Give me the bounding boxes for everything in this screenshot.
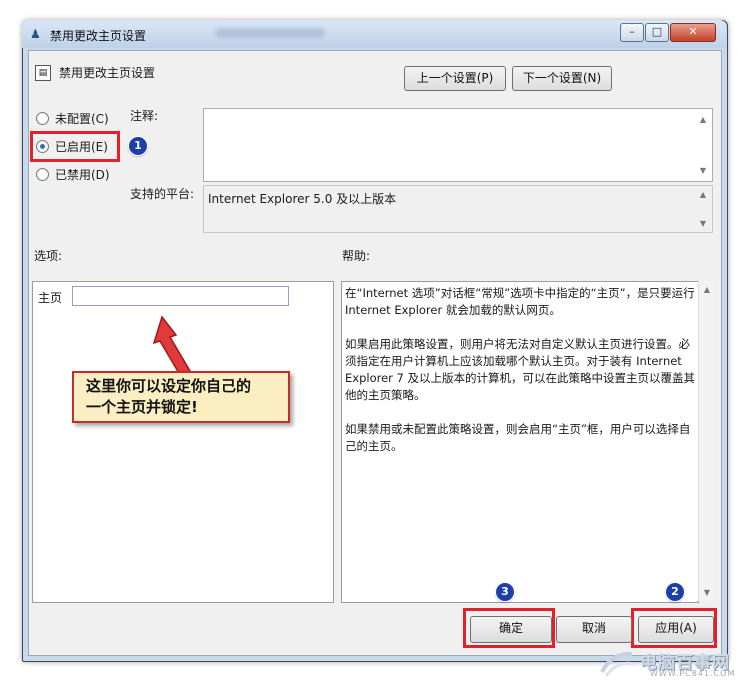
ok-button[interactable]: 确定 <box>470 616 552 643</box>
watermark-url: WWW.PC841.COM <box>650 669 736 678</box>
help-label: 帮助: <box>342 249 371 263</box>
callout-arrow-icon <box>152 315 192 376</box>
blurred-title-decoration <box>215 28 325 38</box>
watermark-logo-icon <box>600 651 635 677</box>
radio-circle-icon[interactable] <box>36 167 49 181</box>
next-setting-button[interactable]: 下一个设置(N) <box>512 66 612 91</box>
platform-value: Internet Explorer 5.0 及以上版本 <box>208 192 397 206</box>
help-text: 在“Internet 选项”对话框“常规”选项卡中指定的“主页”，是只要运行 I… <box>345 285 695 472</box>
homepage-label: 主页 <box>38 291 63 305</box>
cancel-button[interactable]: 取消 <box>556 616 632 643</box>
radio-label: 已禁用(D) <box>55 167 110 182</box>
step-badge-3: 3 <box>496 583 514 601</box>
radio-not-configured[interactable]: 未配置(C) <box>36 109 109 127</box>
callout-line-1: 这里你可以设定你自己的 <box>86 377 252 395</box>
platform-label: 支持的平台: <box>130 187 195 201</box>
comment-textarea[interactable]: ▲ ▼ <box>203 108 713 182</box>
step-badge-1: 1 <box>129 137 147 155</box>
scroll-down-icon[interactable]: ▼ <box>702 588 712 597</box>
setting-title: 禁用更改主页设置 <box>59 66 156 80</box>
minimize-button[interactable]: – <box>620 23 644 42</box>
help-paragraph: 如果禁用或未配置此策略设置，则会启用“主页”框，用户可以选择自己的主页。 <box>345 422 691 453</box>
scroll-up-icon[interactable]: ▲ <box>702 285 712 294</box>
radio-label: 未配置(C) <box>55 111 109 126</box>
annotation-callout: 这里你可以设定你自己的 一个主页并锁定! <box>72 371 290 423</box>
highlight-box-enabled <box>30 131 120 162</box>
callout-line-2: 一个主页并锁定! <box>86 398 198 416</box>
comment-label: 注释: <box>130 109 159 123</box>
previous-setting-button[interactable]: 上一个设置(P) <box>404 66 506 91</box>
options-label: 选项: <box>34 249 63 263</box>
policy-icon: ♟ <box>30 27 41 41</box>
help-paragraph: 如果启用此策略设置，则用户将无法对自定义默认主页进行设置。必须指定在用户计算机上… <box>345 337 696 402</box>
scroll-down-icon[interactable]: ▼ <box>698 166 708 175</box>
help-scrollbar[interactable]: ▲ ▼ <box>698 281 715 601</box>
window-title: 禁用更改主页设置 <box>50 29 147 43</box>
apply-button[interactable]: 应用(A) <box>638 616 714 643</box>
step-badge-2: 2 <box>666 583 684 601</box>
close-button[interactable]: ✕ <box>670 23 716 42</box>
setting-icon: ▤ <box>35 65 51 81</box>
homepage-input[interactable] <box>72 286 289 306</box>
help-paragraph: 在“Internet 选项”对话框“常规”选项卡中指定的“主页”，是只要运行 I… <box>345 286 695 317</box>
maximize-button[interactable]: □ <box>645 23 669 42</box>
scroll-up-icon[interactable]: ▲ <box>698 115 708 124</box>
scroll-down-icon[interactable]: ▼ <box>698 219 708 228</box>
radio-disabled[interactable]: 已禁用(D) <box>36 165 110 183</box>
scroll-up-icon[interactable]: ▲ <box>698 190 708 199</box>
radio-circle-icon[interactable] <box>36 111 49 125</box>
